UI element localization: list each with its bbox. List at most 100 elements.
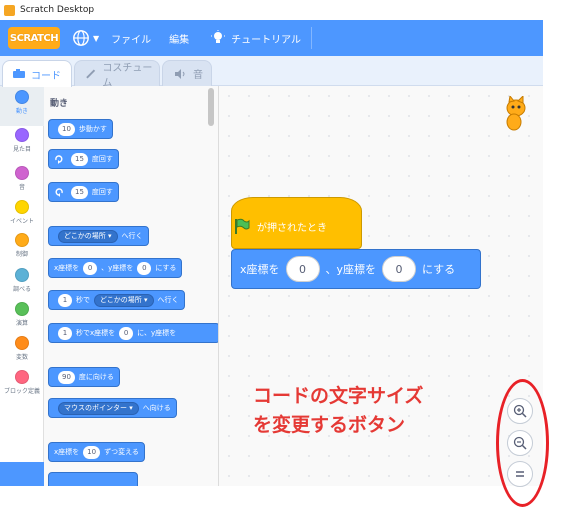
rotate-left-icon <box>55 188 63 197</box>
tab-code[interactable]: コード <box>2 60 72 87</box>
block-turn-right[interactable]: 15 度回す <box>48 149 119 169</box>
block-point-direction[interactable]: 90 度に向ける <box>48 367 120 387</box>
direction-input[interactable]: 90 <box>58 370 75 384</box>
category-label: 調べる <box>12 286 31 293</box>
category-label: 演算 <box>15 320 28 327</box>
rotate-right-icon <box>55 155 63 164</box>
towards-target-dropdown[interactable]: マウスのポインター ▾ <box>58 401 139 415</box>
block-text: 秒でx座標を <box>76 329 116 337</box>
block-text: にする <box>422 263 456 276</box>
variables-dot-icon <box>15 336 29 350</box>
scratch-logo[interactable]: SCRATCH <box>8 27 60 49</box>
category-my-blocks[interactable]: ブロック定義 <box>0 366 44 406</box>
menu-divider <box>311 27 313 49</box>
category-label: イベント <box>9 218 34 225</box>
category-label: 見た目 <box>12 146 31 153</box>
my-blocks-dot-icon <box>15 370 29 384</box>
script-x-input[interactable]: 0 <box>285 256 320 282</box>
globe-icon <box>73 30 89 46</box>
add-extension-button[interactable] <box>0 462 44 486</box>
block-palette: 動き 10 歩動かす 15 度回す 15 度回す どこかの場所 ▾ へ行く x座… <box>44 86 219 486</box>
tab-costumes[interactable]: コスチューム <box>74 60 160 89</box>
block-go-to-xy[interactable]: x座標を 0 、y座標を 0 にする <box>48 258 183 278</box>
block-text: 歩動かす <box>78 125 107 133</box>
turn-left-input[interactable]: 15 <box>71 185 88 199</box>
lightbulb-icon <box>211 30 226 43</box>
block-glide-to-xy[interactable]: 1 秒でx座標を 0 に、y座標を <box>48 323 218 343</box>
window-title: Scratch Desktop <box>20 5 95 15</box>
tab-code-label: コード <box>31 70 61 82</box>
glide-x-input[interactable]: 0 <box>119 326 134 340</box>
brush-icon <box>86 69 96 78</box>
title-bar: Scratch Desktop <box>0 0 543 20</box>
block-text: 、y座標を <box>101 264 134 272</box>
dropdown-value: どこかの場所 <box>100 295 142 304</box>
script-go-to-xy-block[interactable]: x座標を 0 、y座標を 0 にする <box>231 249 481 289</box>
block-text: へ向ける <box>142 404 171 412</box>
sound-dot-icon <box>15 166 29 180</box>
block-text: 、y座標を <box>325 263 377 276</box>
edit-menu[interactable]: 編集 <box>169 31 189 46</box>
tab-sounds-label: 音 <box>193 70 203 81</box>
annotation-line-1: コードの文字サイズ <box>253 385 424 407</box>
annotation-line-2: を変更するボタン <box>253 414 406 436</box>
control-dot-icon <box>15 233 29 247</box>
annotation-highlight-oval <box>496 379 549 507</box>
dropdown-value: マウスのポインター <box>64 403 127 412</box>
block-go-to[interactable]: どこかの場所 ▾ へ行く <box>48 226 149 246</box>
move-steps-input[interactable]: 10 <box>58 122 75 136</box>
category-label: 音 <box>18 184 25 191</box>
hat-block-content: が押されたとき <box>233 217 327 235</box>
palette-scrollbar[interactable] <box>208 88 214 126</box>
tab-sounds[interactable]: 音 <box>162 60 212 86</box>
sensing-dot-icon <box>15 268 29 282</box>
dropdown-value: どこかの場所 <box>64 231 106 240</box>
block-point-towards[interactable]: マウスのポインター ▾ へ向ける <box>48 398 177 418</box>
block-glide-to[interactable]: 1 秒で どこかの場所 ▾ へ行く <box>48 290 185 310</box>
glide-xy-secs-input[interactable]: 1 <box>58 326 72 340</box>
category-label: ブロック定義 <box>3 388 40 395</box>
glide-secs-input[interactable]: 1 <box>58 293 72 307</box>
change-x-input[interactable]: 10 <box>83 445 101 459</box>
block-text: x座標を <box>240 263 280 276</box>
turn-right-input[interactable]: 15 <box>71 152 88 166</box>
block-set-x[interactable] <box>48 472 138 486</box>
block-text: ずつ変える <box>104 448 139 456</box>
category-label: 変数 <box>15 354 28 361</box>
category-label: 制御 <box>15 251 28 258</box>
block-text: x座標を <box>54 264 80 272</box>
go-to-target-dropdown[interactable]: どこかの場所 ▾ <box>58 229 118 243</box>
chevron-down-icon: ▼ <box>93 33 100 43</box>
operators-dot-icon <box>15 302 29 316</box>
script-y-input[interactable]: 0 <box>382 256 417 282</box>
y-input[interactable]: 0 <box>137 261 152 275</box>
category-looks[interactable]: 見た目 <box>0 124 44 164</box>
speaker-icon <box>175 68 185 79</box>
editor-tabs: コード コスチューム 音 <box>0 56 543 89</box>
block-change-x[interactable]: x座標を 10 ずつ変える <box>48 442 145 462</box>
block-text: 度に向ける <box>78 373 114 381</box>
block-text: 度回す <box>91 155 113 163</box>
category-motion[interactable]: 動き <box>0 86 44 126</box>
events-dot-icon <box>15 200 29 214</box>
block-text: 度回す <box>91 188 113 196</box>
category-control[interactable]: 制御 <box>0 229 44 269</box>
x-input[interactable]: 0 <box>83 261 98 275</box>
block-move-steps[interactable]: 10 歩動かす <box>48 119 113 139</box>
language-menu[interactable]: ▼ <box>60 29 99 47</box>
sprite-cat-icon <box>506 96 526 131</box>
looks-dot-icon <box>15 128 29 142</box>
hat-block-label: が押されたとき <box>257 222 327 234</box>
block-text: へ行く <box>121 232 143 240</box>
file-menu[interactable]: ファイル <box>111 31 151 46</box>
tab-costumes-label: コスチューム <box>102 62 153 89</box>
green-flag-icon <box>235 218 250 234</box>
block-turn-left[interactable]: 15 度回す <box>48 182 119 202</box>
category-label: 動き <box>15 108 28 115</box>
block-text: に、y座標を <box>137 329 177 337</box>
tutorial-menu[interactable]: チュートリアル <box>211 30 301 46</box>
block-text: にする <box>155 264 177 272</box>
menu-bar: SCRATCH ▼ ファイル 編集 チュートリアル <box>0 20 543 56</box>
app-icon <box>4 4 15 16</box>
glide-target-dropdown[interactable]: どこかの場所 ▾ <box>94 293 154 307</box>
